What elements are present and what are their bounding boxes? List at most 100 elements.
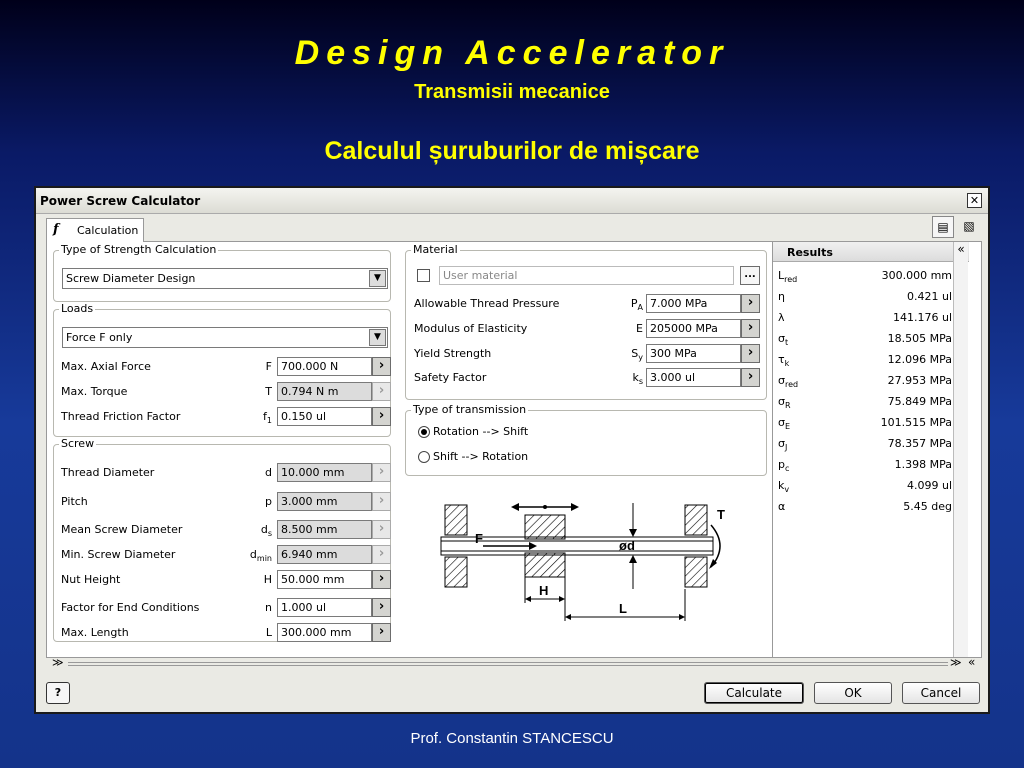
cancel-button[interactable]: Cancel — [902, 682, 980, 704]
user-material-checkbox[interactable] — [417, 269, 430, 282]
slide-title: Design Accelerator — [294, 34, 730, 72]
browse-button[interactable]: ... — [740, 266, 760, 285]
pitch-label: Pitch — [61, 495, 88, 508]
pitch-symbol: p — [265, 495, 272, 508]
expand-down-icon[interactable]: ≫ — [52, 656, 64, 669]
function-icon: f — [53, 222, 59, 237]
material-group-title: Material — [411, 243, 460, 257]
max-torque-label: Max. Torque — [61, 385, 128, 398]
chevron-down-icon[interactable]: ▼ — [369, 270, 386, 287]
allowable-pressure-input[interactable]: 7.000 MPa — [646, 294, 741, 313]
max-torque-symbol: T — [265, 385, 272, 398]
max-torque-input: 0.794 N m — [277, 382, 372, 401]
strength-type-value: Screw Diameter Design — [66, 272, 196, 285]
material-group: Material User material ... Allowable Thr… — [405, 243, 767, 400]
mean-screw-diameter-label: Mean Screw Diameter — [61, 523, 183, 536]
loads-group-title: Loads — [59, 302, 96, 316]
torque-label: T — [717, 507, 725, 522]
thread-diameter-symbol: d — [265, 466, 272, 479]
shift-arrow-icon — [511, 503, 579, 511]
pitch-input: 3.000 mm — [277, 492, 372, 511]
chevron-right-icon[interactable]: › — [372, 570, 391, 589]
nut-height-input[interactable]: 50.000 mm — [277, 570, 372, 589]
chevron-right-icon[interactable]: › — [741, 319, 760, 338]
max-axial-force-input[interactable]: 700.000 N — [277, 357, 372, 376]
ok-button[interactable]: OK — [814, 682, 892, 704]
help-button[interactable]: ? — [46, 682, 70, 704]
length-dim-label: L — [619, 601, 627, 616]
strength-group: Type of Strength Calculation Screw Diame… — [53, 243, 391, 302]
results-header: Results — [773, 242, 969, 262]
end-conditions-symbol: n — [265, 601, 272, 614]
nut-height-label: Nut Height — [61, 573, 121, 586]
thread-diameter-label: Thread Diameter — [61, 466, 155, 479]
results-collapse-bar[interactable]: « — [953, 242, 968, 657]
power-screw-diagram: F ød H L T — [440, 503, 725, 621]
slide-footer: Prof. Constantin STANCESCU — [410, 730, 614, 747]
chevron-right-icon[interactable]: › — [741, 294, 760, 313]
results-panel: Results Lred 300.000 mm η 0.421 ul λ 141.17… — [772, 242, 969, 657]
collapse-right-icon[interactable]: « — [968, 655, 975, 669]
diameter-label: ød — [619, 538, 635, 553]
screw-group-title: Screw — [59, 437, 97, 451]
thread-friction-input[interactable]: 0.150 ul — [277, 407, 372, 426]
mean-screw-diameter-input: 8.500 mm — [277, 520, 372, 539]
shift-rotation-label[interactable]: Shift --> Rotation — [433, 450, 528, 463]
modulus-elasticity-input[interactable]: 205000 MPa — [646, 319, 741, 338]
min-screw-diameter-symbol: dmin — [249, 548, 272, 564]
rotation-shift-radio[interactable] — [418, 426, 430, 438]
tab-calculation[interactable]: f Calculation — [46, 218, 144, 242]
chevron-right-icon[interactable]: › — [741, 344, 760, 363]
end-conditions-label: Factor for End Conditions — [61, 601, 200, 614]
modulus-elasticity-symbol: E — [636, 322, 643, 335]
force-label: F — [475, 531, 483, 546]
strength-group-title: Type of Strength Calculation — [59, 243, 219, 257]
chevron-right-icon[interactable]: › — [741, 368, 760, 387]
yield-strength-label: Yield Strength — [414, 347, 492, 360]
min-screw-diameter-input: 6.940 mm — [277, 545, 372, 564]
max-axial-force-symbol: F — [265, 360, 272, 373]
safety-factor-input[interactable]: 3.000 ul — [646, 368, 741, 387]
chevron-right-icon[interactable]: › — [372, 357, 391, 376]
chevron-right-icon[interactable]: › — [372, 623, 391, 642]
expand-right-icon[interactable]: ≫ — [950, 656, 962, 669]
allowable-pressure-label: Allowable Thread Pressure — [414, 297, 560, 310]
max-length-label: Max. Length — [61, 626, 129, 639]
max-axial-force-label: Max. Axial Force — [61, 360, 151, 373]
slide-subtitle: Transmisii mecanice — [414, 81, 610, 103]
rotation-shift-label[interactable]: Rotation --> Shift — [433, 425, 528, 438]
copy-icon[interactable]: ▧ — [958, 216, 980, 238]
expand-bar[interactable]: ≫ ≫ « — [46, 655, 982, 670]
max-length-symbol: L — [265, 626, 272, 639]
close-icon[interactable]: ✕ — [967, 193, 982, 208]
max-length-input[interactable]: 300.000 mm — [277, 623, 372, 642]
tab-calculation-label: Calculation — [77, 224, 139, 237]
end-conditions-input[interactable]: 1.000 ul — [277, 598, 372, 617]
yield-strength-symbol: Sy — [631, 347, 643, 363]
chevron-right-icon: › — [372, 492, 391, 511]
transmission-group-title: Type of transmission — [411, 403, 529, 417]
report-icon[interactable]: ▤ — [932, 216, 954, 238]
collapse-icon[interactable]: « — [957, 242, 964, 256]
min-screw-diameter-label: Min. Screw Diameter — [61, 548, 176, 561]
shift-rotation-radio[interactable] — [418, 451, 430, 463]
chevron-right-icon[interactable]: › — [372, 407, 391, 426]
chevron-down-icon[interactable]: ▼ — [369, 329, 386, 346]
thread-friction-label: Thread Friction Factor — [61, 410, 181, 423]
calculate-button[interactable]: Calculate — [704, 682, 804, 704]
chevron-right-icon[interactable]: › — [372, 598, 391, 617]
loads-select[interactable]: Force F only ▼ — [62, 327, 388, 348]
allowable-pressure-symbol: PA — [630, 297, 643, 313]
nut-height-symbol: H — [263, 573, 272, 586]
user-material-field: User material — [439, 266, 734, 285]
window-title: Power Screw Calculator — [40, 194, 201, 208]
modulus-elasticity-label: Modulus of Elasticity — [414, 322, 528, 335]
slide-heading: Calculul șuruburilor de mișcare — [324, 137, 700, 165]
yield-strength-input[interactable]: 300 MPa — [646, 344, 741, 363]
chevron-right-icon: › — [372, 463, 391, 482]
safety-factor-symbol: ks — [632, 371, 643, 387]
strength-type-select[interactable]: Screw Diameter Design ▼ — [62, 268, 388, 289]
safety-factor-label: Safety Factor — [414, 371, 487, 384]
loads-value: Force F only — [66, 331, 133, 344]
thread-diameter-input: 10.000 mm — [277, 463, 372, 482]
